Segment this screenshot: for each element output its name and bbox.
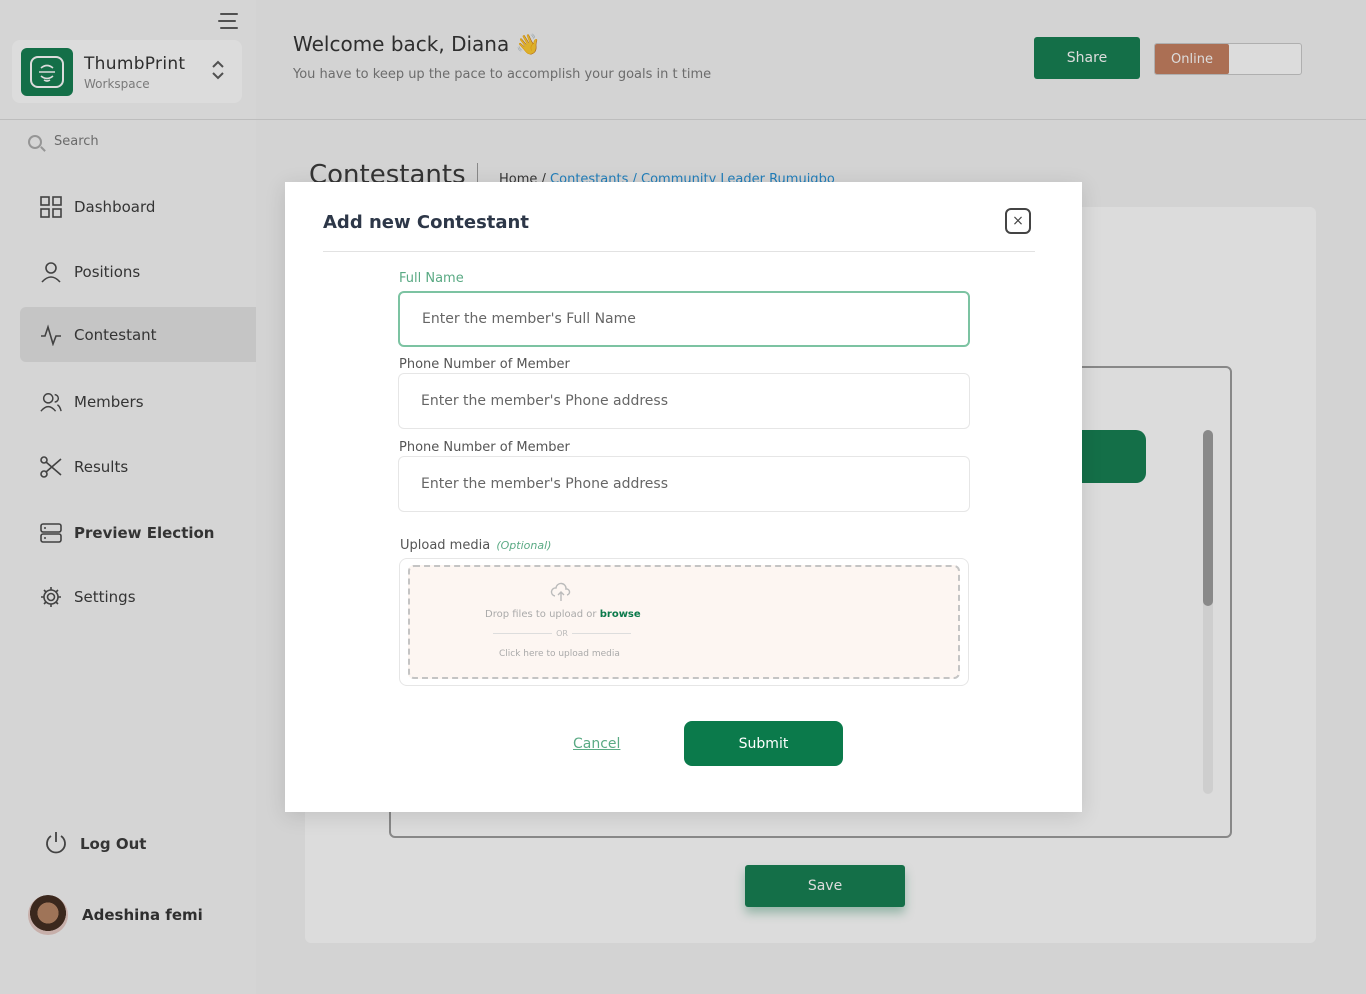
phone-number-label-2: Phone Number of Member <box>399 440 570 455</box>
cloud-upload-icon <box>550 581 572 603</box>
phone-number-label: Phone Number of Member <box>399 357 570 372</box>
modal-title: Add new Contestant <box>323 212 529 233</box>
submit-button[interactable]: Submit <box>684 721 843 766</box>
full-name-input[interactable] <box>398 291 970 347</box>
modal-divider <box>323 251 1035 252</box>
full-name-label: Full Name <box>399 271 464 286</box>
upload-label-text: Upload media <box>400 538 491 553</box>
add-contestant-modal: Add new Contestant × Full Name Phone Num… <box>285 182 1082 812</box>
upload-dropzone[interactable]: Drop files to upload or browse OR Click … <box>408 565 960 679</box>
click-to-upload-text[interactable]: Click here to upload media <box>499 649 620 659</box>
browse-link[interactable]: browse <box>600 609 641 620</box>
drop-files-text: Drop files to upload or <box>485 609 597 620</box>
cancel-link[interactable]: Cancel <box>573 736 620 752</box>
phone-number-input[interactable] <box>398 373 970 429</box>
upload-media-label: Upload media (Optional) <box>400 538 551 553</box>
or-text: OR <box>556 629 568 638</box>
upload-or-divider: OR <box>493 629 632 638</box>
upload-drop-text: Drop files to upload or browse <box>485 609 641 620</box>
optional-tag: (Optional) <box>496 539 552 552</box>
phone-number-input-2[interactable] <box>398 456 970 512</box>
close-icon[interactable]: × <box>1005 208 1031 234</box>
upload-container: Drop files to upload or browse OR Click … <box>399 558 969 686</box>
